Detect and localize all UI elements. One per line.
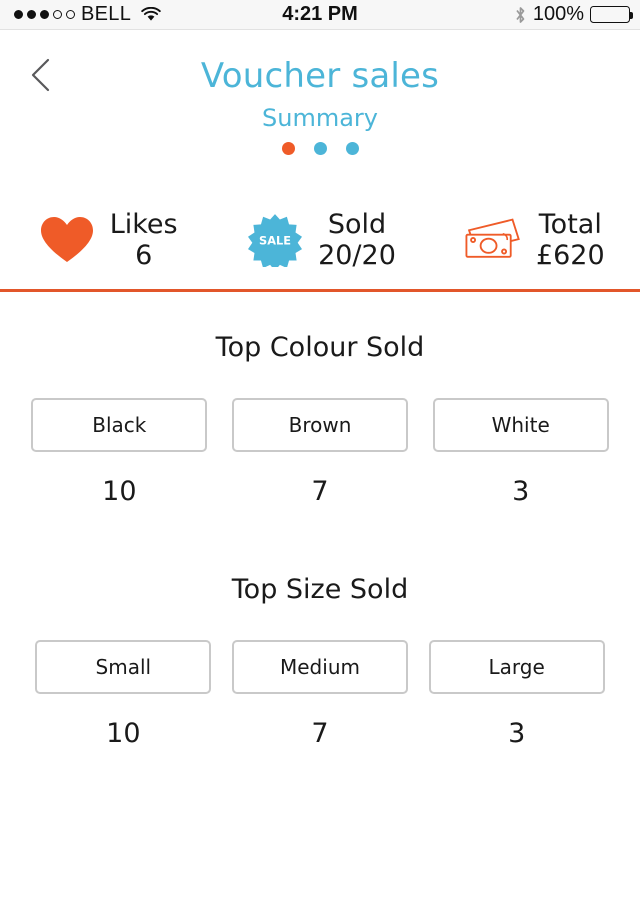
stat-sold-value: 20/20 [318,240,396,271]
stat-likes-text: Likes 6 [110,209,178,272]
status-bar: BELL 4:21 PM 100% [0,0,640,30]
page-subtitle: Summary [262,104,378,132]
money-icon [462,216,524,264]
stat-total-text: Total £620 [536,209,605,272]
colour-chip-brown[interactable]: Brown [232,398,408,452]
chip-cell: Brown [220,398,421,452]
battery-percent-label: 100% [532,3,584,25]
top-colour-chip-row: Black Brown White [0,398,640,452]
stat-sold-label: Sold [327,208,387,240]
stat-likes-label: Likes [109,208,178,240]
chip-cell: Small [25,640,222,694]
chip-cell: Large [418,640,615,694]
stat-total: Total £620 [427,190,640,290]
top-colour-value-row: 10 7 3 [0,476,640,507]
colour-value-black: 10 [102,476,137,507]
chip-cell: Medium [222,640,419,694]
stat-likes: Likes 6 [0,190,213,290]
size-chip-small[interactable]: Small [35,640,212,694]
stat-total-label: Total [538,208,602,240]
svg-text:SALE: SALE [259,233,291,247]
app-screen: BELL 4:21 PM 100% Voucher sales Summary … [0,0,640,920]
page-dot-1[interactable] [281,142,295,155]
bluetooth-icon [514,5,527,25]
colour-chip-white[interactable]: White [432,398,609,452]
chip-cell: White [420,398,621,452]
colour-value-brown: 7 [311,476,329,507]
stat-sold-text: Sold 20/20 [318,209,396,272]
battery-icon [590,6,633,23]
top-size-sold-title: Top Size Sold [231,574,409,605]
stat-total-value: £620 [535,240,605,271]
summary-stats: Likes 6 SALE Sold 20/20 Total £620 [0,190,640,290]
colour-value-white: 3 [512,476,530,507]
page-dot-3[interactable] [345,142,359,155]
page-header: Voucher sales Summary [0,30,640,170]
top-size-value-row: 10 7 3 [0,718,640,749]
colour-chip-black[interactable]: Black [31,398,208,452]
top-colour-sold-title: Top Colour Sold [215,332,425,363]
stat-sold: SALE Sold 20/20 [213,190,426,290]
page-indicator[interactable] [0,142,640,155]
page-title: Voucher sales [200,56,440,96]
size-value-medium: 7 [311,718,329,749]
size-value-small: 10 [106,718,141,749]
section-divider [0,289,640,292]
chip-cell: Black [19,398,220,452]
heart-icon [36,215,98,265]
size-value-large: 3 [508,718,526,749]
stat-likes-value: 6 [135,240,153,271]
size-chip-medium[interactable]: Medium [232,640,408,694]
top-size-chip-row: Small Medium Large [0,640,640,694]
page-dot-2[interactable] [313,142,327,155]
status-bar-right: 100% [514,3,633,26]
size-chip-large[interactable]: Large [428,640,605,694]
sale-badge-icon: SALE [244,213,306,267]
